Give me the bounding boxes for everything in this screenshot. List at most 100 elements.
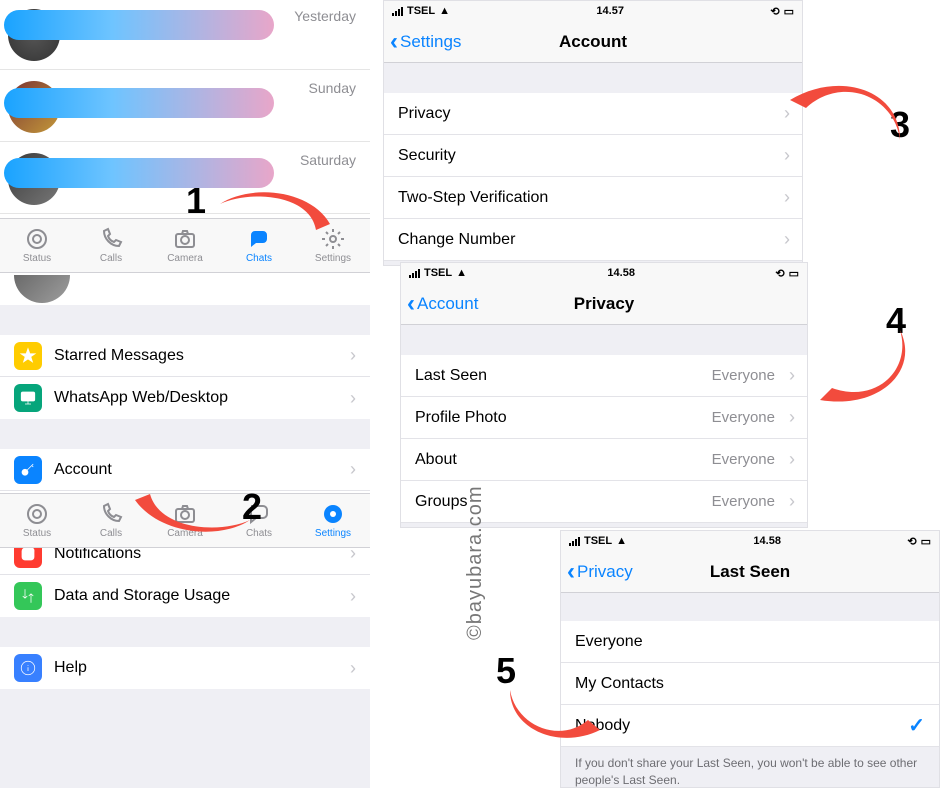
nav-bar: ‹ Settings Account [384,21,802,63]
rotation-lock-icon: ⟲ [770,5,779,18]
nav-title: Privacy [574,294,635,314]
account-row-privacy[interactable]: Privacy › [384,93,802,135]
tab-label: Calls [100,528,122,539]
redacted-name [4,88,274,118]
account-row-two-step[interactable]: Two-Step Verification › [384,177,802,219]
back-label: Privacy [577,562,633,582]
settings-group: Help › [0,647,370,689]
chevron-left-icon: ‹ [567,558,575,586]
option-label: Everyone [575,633,643,651]
key-icon [14,456,42,484]
row-label: Two-Step Verification [398,189,548,207]
profile-row-crop[interactable] [0,275,370,305]
ios-status-bar: TSEL ▲ 14.57 ⟲ ▭ [384,1,802,21]
settings-row-data[interactable]: Data and Storage Usage › [0,575,370,617]
row-label: About [415,451,457,469]
row-value: Everyone [712,367,775,384]
back-button[interactable]: ‹ Privacy [567,558,633,586]
carrier-label: TSEL [424,267,452,279]
wifi-icon: ▲ [439,5,450,17]
step-arrow-4 [790,320,920,435]
row-label: Profile Photo [415,409,507,427]
battery-icon: ▭ [784,5,794,18]
chevron-right-icon: › [789,449,795,470]
battery-icon: ▭ [789,267,799,280]
left-column: Yesterday Sunday Saturday Status Calls C… [0,0,370,788]
chevron-left-icon: ‹ [407,290,415,318]
back-button[interactable]: ‹ Settings [390,28,461,56]
data-icon [14,582,42,610]
chevron-right-icon: › [350,388,356,409]
tab-settings[interactable]: Settings [296,494,370,547]
chevron-right-icon: › [350,459,356,480]
settings-group: Starred Messages › WhatsApp Web/Desktop … [0,335,370,419]
status-icon [25,227,49,251]
carrier-label: TSEL [584,535,612,547]
step-number-1: 1 [186,180,206,222]
tab-status[interactable]: Status [0,219,74,272]
settings-row-help[interactable]: Help › [0,647,370,689]
tab-label: Status [23,253,51,264]
clock: 14.58 [607,267,635,279]
avatar [14,275,70,303]
settings-row-label: WhatsApp Web/Desktop [54,389,228,407]
settings-row-web[interactable]: WhatsApp Web/Desktop › [0,377,370,419]
rotation-lock-icon: ⟲ [775,267,784,280]
chat-row[interactable]: Sunday [0,72,370,142]
settings-row-label: Help [54,659,87,677]
checkmark-icon: ✓ [908,713,925,738]
clock: 14.57 [596,5,624,17]
row-label: Privacy [398,105,450,123]
chevron-right-icon: › [350,345,356,366]
privacy-row-profile-photo[interactable]: Profile Photo Everyone › [401,397,807,439]
wifi-icon: ▲ [456,267,467,279]
tab-label: Settings [315,528,351,539]
chat-timestamp: Saturday [300,152,356,168]
ios-status-bar: TSEL ▲ 14.58 ⟲ ▭ [561,531,939,551]
account-row-security[interactable]: Security › [384,135,802,177]
phone-icon [99,227,123,251]
status-icon [25,502,49,526]
account-row-change-number[interactable]: Change Number › [384,219,802,261]
tab-calls[interactable]: Calls [74,219,148,272]
signal-icon [569,537,580,546]
star-icon [14,342,42,370]
settings-row-starred[interactable]: Starred Messages › [0,335,370,377]
chat-timestamp: Yesterday [294,8,356,24]
carrier-label: TSEL [407,5,435,17]
chat-row[interactable]: Yesterday [0,0,370,70]
step-arrow-3 [770,60,910,165]
chevron-right-icon: › [789,491,795,512]
ios-status-bar: TSEL ▲ 14.58 ⟲ ▭ [401,263,807,283]
nav-title: Last Seen [710,562,790,582]
chevron-left-icon: ‹ [390,28,398,56]
row-label: Last Seen [415,367,487,385]
back-button[interactable]: ‹ Account [407,290,478,318]
step-arrow-2 [120,470,260,555]
step-arrow-1 [210,184,350,269]
row-value: Everyone [712,451,775,468]
privacy-row-groups[interactable]: Groups Everyone › [401,481,807,523]
account-panel: TSEL ▲ 14.57 ⟲ ▭ ‹ Settings Account Priv… [383,0,803,266]
chevron-right-icon: › [784,229,790,250]
chevron-right-icon: › [784,187,790,208]
redacted-name [4,10,274,40]
chat-timestamp: Sunday [309,80,356,96]
settings-row-label: Starred Messages [54,347,184,365]
row-label: Security [398,147,456,165]
tab-status[interactable]: Status [0,494,74,547]
clock: 14.58 [753,535,781,547]
privacy-panel: TSEL ▲ 14.58 ⟲ ▭ ‹ Account Privacy Last … [400,262,808,528]
lastseen-option-everyone[interactable]: Everyone [561,621,939,663]
settings-row-label: Account [54,461,112,479]
nav-bar: ‹ Account Privacy [401,283,807,325]
privacy-row-last-seen[interactable]: Last Seen Everyone › [401,355,807,397]
row-label: Groups [415,493,467,511]
chevron-right-icon: › [350,658,356,679]
desktop-icon [14,384,42,412]
privacy-row-about[interactable]: About Everyone › [401,439,807,481]
step-arrow-5 [500,680,620,765]
row-value: Everyone [712,409,775,426]
nav-bar: ‹ Privacy Last Seen [561,551,939,593]
info-icon [14,654,42,682]
